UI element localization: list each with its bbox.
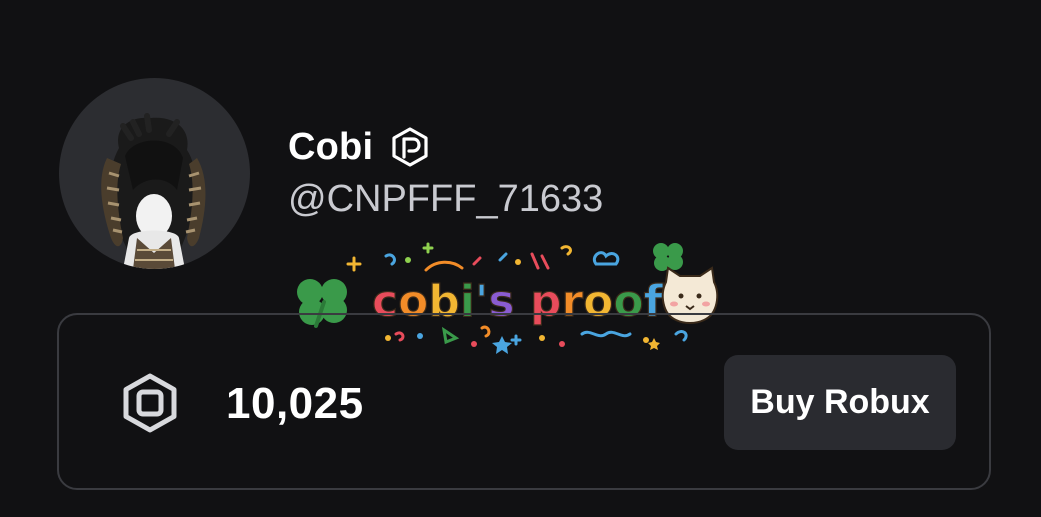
avatar[interactable] <box>59 78 250 269</box>
profile-page: Cobi @CNPFFF_71633 cobi's proof 10,025 B… <box>0 0 1041 517</box>
robux-balance: 10,025 <box>226 379 364 428</box>
username: @CNPFFF_71633 <box>288 178 604 220</box>
avatar-figure <box>101 113 206 269</box>
verified-badge-icon <box>389 126 431 168</box>
profile-name-row: Cobi <box>288 124 431 170</box>
robux-icon <box>119 372 181 434</box>
display-name: Cobi <box>288 126 374 168</box>
buy-robux-button[interactable]: Buy Robux <box>724 355 956 450</box>
